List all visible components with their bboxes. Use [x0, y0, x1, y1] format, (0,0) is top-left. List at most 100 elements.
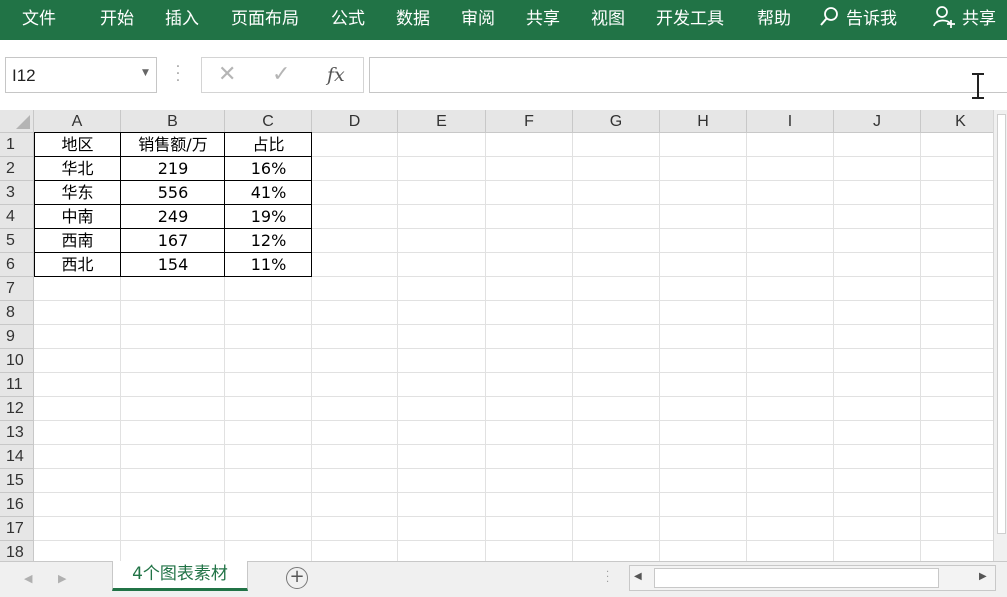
- table-border-line: [34, 276, 312, 277]
- scroll-right-icon[interactable]: ▶: [979, 571, 987, 582]
- cell-b1[interactable]: 销售额/万: [121, 133, 225, 157]
- horizontal-scrollbar[interactable]: ◀ ▶: [629, 565, 996, 591]
- row-gridline: [34, 348, 1007, 349]
- menu-tab-view[interactable]: 视图: [591, 0, 625, 40]
- scroll-left-icon[interactable]: ◀: [634, 571, 642, 582]
- scroll-thumb[interactable]: [654, 568, 939, 588]
- cell-b6[interactable]: 154: [121, 253, 225, 277]
- cell-c1[interactable]: 占比: [225, 133, 312, 157]
- menu-tab-home[interactable]: 开始: [100, 0, 134, 40]
- row-header-9[interactable]: 9: [0, 325, 34, 349]
- column-header-a[interactable]: A: [34, 110, 121, 133]
- menu-tab-file[interactable]: 文件: [22, 0, 56, 40]
- table-border-line: [34, 228, 312, 229]
- scroll-thumb[interactable]: [997, 114, 1006, 534]
- cell-c2[interactable]: 16%: [225, 157, 312, 181]
- column-gridline: [746, 133, 747, 561]
- row-header-14[interactable]: 14: [0, 445, 34, 469]
- cell-b3[interactable]: 556: [121, 181, 225, 205]
- row-header-2[interactable]: 2: [0, 157, 34, 181]
- select-all-button[interactable]: [0, 110, 34, 133]
- row-gridline: [34, 372, 1007, 373]
- row-header-17[interactable]: 17: [0, 517, 34, 541]
- cell-c6[interactable]: 11%: [225, 253, 312, 277]
- row-header-6[interactable]: 6: [0, 253, 34, 277]
- cell-b4[interactable]: 249: [121, 205, 225, 229]
- cell-a3[interactable]: 华东: [34, 181, 121, 205]
- row-header-16[interactable]: 16: [0, 493, 34, 517]
- column-header-e[interactable]: E: [398, 110, 486, 133]
- row-header-3[interactable]: 3: [0, 181, 34, 205]
- cell-c4[interactable]: 19%: [225, 205, 312, 229]
- share-button[interactable]: 共享: [932, 0, 996, 40]
- menu-tab-share-tab[interactable]: 共享: [526, 0, 560, 40]
- ribbon-menu-bar: 文件 开始 插入 页面布局 公式 数据 审阅 共享 视图 开发工具 帮助 告诉我 共享: [0, 0, 1007, 40]
- row-header-18[interactable]: 18: [0, 541, 34, 561]
- cell-a4[interactable]: 中南: [34, 205, 121, 229]
- tell-me-search[interactable]: 告诉我: [818, 0, 897, 40]
- column-gridline: [659, 133, 660, 561]
- vertical-scrollbar[interactable]: [993, 110, 1007, 561]
- table-border-line: [34, 180, 312, 181]
- cell-a6[interactable]: 西北: [34, 253, 121, 277]
- table-border-line: [311, 132, 312, 277]
- menu-tab-insert[interactable]: 插入: [165, 0, 199, 40]
- row-header-10[interactable]: 10: [0, 349, 34, 373]
- formula-buttons: ✕ ✓ fx: [201, 57, 364, 93]
- menu-tab-developer[interactable]: 开发工具: [656, 0, 724, 40]
- cell-b2[interactable]: 219: [121, 157, 225, 181]
- menu-tab-help[interactable]: 帮助: [757, 0, 791, 40]
- worksheet-grid[interactable]: A B C D E F G H I J K 1 2 3 4 5 6 7 8 9 10 11 12 13 14 15 16 17 18 地区…: [0, 110, 1007, 561]
- menu-tab-review[interactable]: 审阅: [461, 0, 495, 40]
- next-sheet-icon[interactable]: ▶: [58, 572, 66, 585]
- search-icon: [820, 7, 838, 26]
- row-header-7[interactable]: 7: [0, 277, 34, 301]
- name-box-dropdown-icon[interactable]: ▼: [142, 68, 149, 78]
- column-header-k[interactable]: K: [921, 110, 1001, 133]
- cell-c5[interactable]: 12%: [225, 229, 312, 253]
- cell-b5[interactable]: 167: [121, 229, 225, 253]
- column-header-g[interactable]: G: [573, 110, 660, 133]
- table-border-line: [120, 132, 121, 277]
- tab-splitter-icon[interactable]: · · ·: [606, 568, 609, 588]
- menu-tab-data[interactable]: 数据: [396, 0, 430, 40]
- name-box[interactable]: I12 ▼: [5, 57, 157, 93]
- column-gridline: [397, 133, 398, 561]
- row-header-8[interactable]: 8: [0, 301, 34, 325]
- formula-bar-grip-icon[interactable]: · · ·: [172, 60, 184, 88]
- column-header-f[interactable]: F: [486, 110, 573, 133]
- row-header-13[interactable]: 13: [0, 421, 34, 445]
- tell-me-label: 告诉我: [846, 9, 897, 29]
- row-gridline: [34, 396, 1007, 397]
- column-header-b[interactable]: B: [121, 110, 225, 133]
- table-border-line: [34, 204, 312, 205]
- cell-a1[interactable]: 地区: [34, 133, 121, 157]
- add-sheet-button[interactable]: +: [286, 567, 308, 589]
- column-header-i[interactable]: I: [747, 110, 834, 133]
- row-header-5[interactable]: 5: [0, 229, 34, 253]
- column-gridline: [920, 133, 921, 561]
- row-header-11[interactable]: 11: [0, 373, 34, 397]
- menu-tab-formulas[interactable]: 公式: [331, 0, 365, 40]
- column-header-c[interactable]: C: [225, 110, 312, 133]
- row-header-12[interactable]: 12: [0, 397, 34, 421]
- insert-function-button[interactable]: fx: [327, 62, 345, 88]
- person-add-icon: [933, 6, 955, 28]
- enter-check-icon[interactable]: ✓: [272, 62, 290, 88]
- formula-input[interactable]: [369, 57, 1007, 93]
- cancel-icon[interactable]: ✕: [218, 62, 236, 88]
- row-gridline: [34, 444, 1007, 445]
- menu-tab-page-layout[interactable]: 页面布局: [231, 0, 299, 40]
- row-header-1[interactable]: 1: [0, 133, 34, 157]
- cell-a5[interactable]: 西南: [34, 229, 121, 253]
- row-header-4[interactable]: 4: [0, 205, 34, 229]
- column-header-j[interactable]: J: [834, 110, 921, 133]
- sheet-tab-active[interactable]: 4个图表素材: [112, 561, 248, 591]
- prev-sheet-icon[interactable]: ◀: [24, 572, 32, 585]
- cell-a2[interactable]: 华北: [34, 157, 121, 181]
- row-gridline: [34, 468, 1007, 469]
- cell-c3[interactable]: 41%: [225, 181, 312, 205]
- row-header-15[interactable]: 15: [0, 469, 34, 493]
- column-header-h[interactable]: H: [660, 110, 747, 133]
- column-header-d[interactable]: D: [312, 110, 398, 133]
